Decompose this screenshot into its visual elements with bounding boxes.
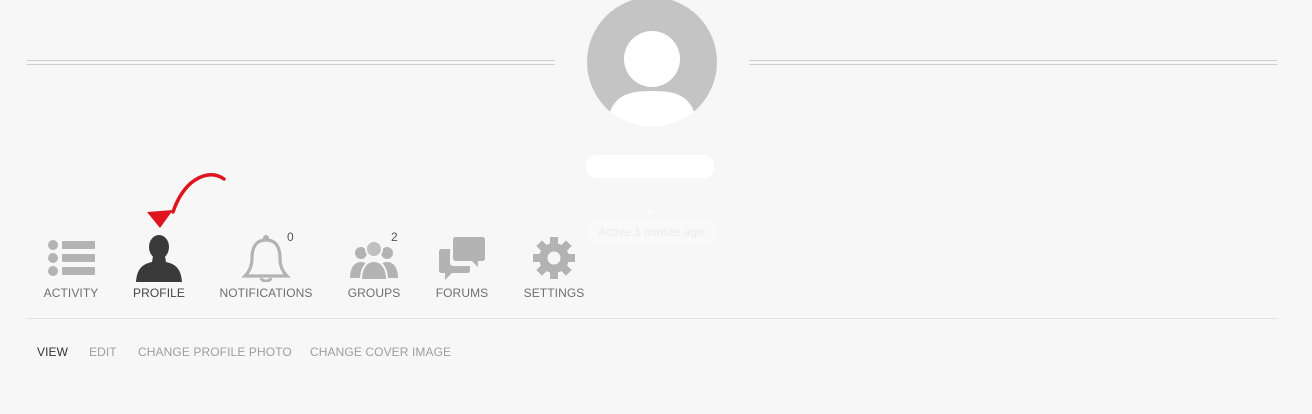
subnav-view[interactable]: VIEW (37, 345, 68, 359)
nav-item-groups[interactable]: GROUPS 2 (324, 228, 424, 308)
header-rule-left (27, 60, 555, 65)
username-placeholder (646, 209, 654, 214)
nav-label-forums: FORUMS (435, 286, 489, 300)
nav-divider (27, 318, 1277, 319)
nav-item-forums[interactable]: FORUMS (412, 228, 512, 308)
groups-count-badge: 2 (391, 230, 398, 244)
nav-item-settings[interactable]: SETTINGS (504, 228, 604, 308)
bell-icon (241, 235, 291, 282)
nav-label-activity: ACTIVITY (43, 286, 99, 300)
chat-bubbles-icon (439, 237, 485, 280)
nav-item-activity[interactable]: ACTIVITY (21, 228, 121, 308)
list-icon (48, 240, 95, 276)
nav-label-groups: GROUPS (347, 286, 401, 300)
display-name-placeholder (586, 155, 714, 178)
last-active-text: Active 1 minute ago (588, 219, 714, 245)
nav-label-settings: SETTINGS (523, 286, 585, 300)
gear-icon (533, 237, 575, 279)
default-avatar-icon (609, 31, 695, 127)
nav-label-profile: PROFILE (132, 286, 186, 300)
nav-label-notifications: NOTIFICATIONS (219, 286, 313, 300)
subnav-edit[interactable]: EDIT (89, 345, 117, 359)
annotation-arrow-icon (147, 173, 226, 228)
nav-item-profile[interactable]: PROFILE (109, 228, 209, 308)
notifications-count-badge: 0 (287, 230, 294, 244)
person-icon (136, 235, 182, 282)
avatar[interactable] (587, 0, 717, 127)
nav-item-notifications[interactable]: NOTIFICATIONS 0 (216, 228, 316, 308)
subnav-change-profile-photo[interactable]: CHANGE PROFILE PHOTO (138, 345, 292, 359)
subnav-change-cover-image[interactable]: CHANGE COVER IMAGE (310, 345, 451, 359)
header-rule-right (749, 60, 1277, 65)
